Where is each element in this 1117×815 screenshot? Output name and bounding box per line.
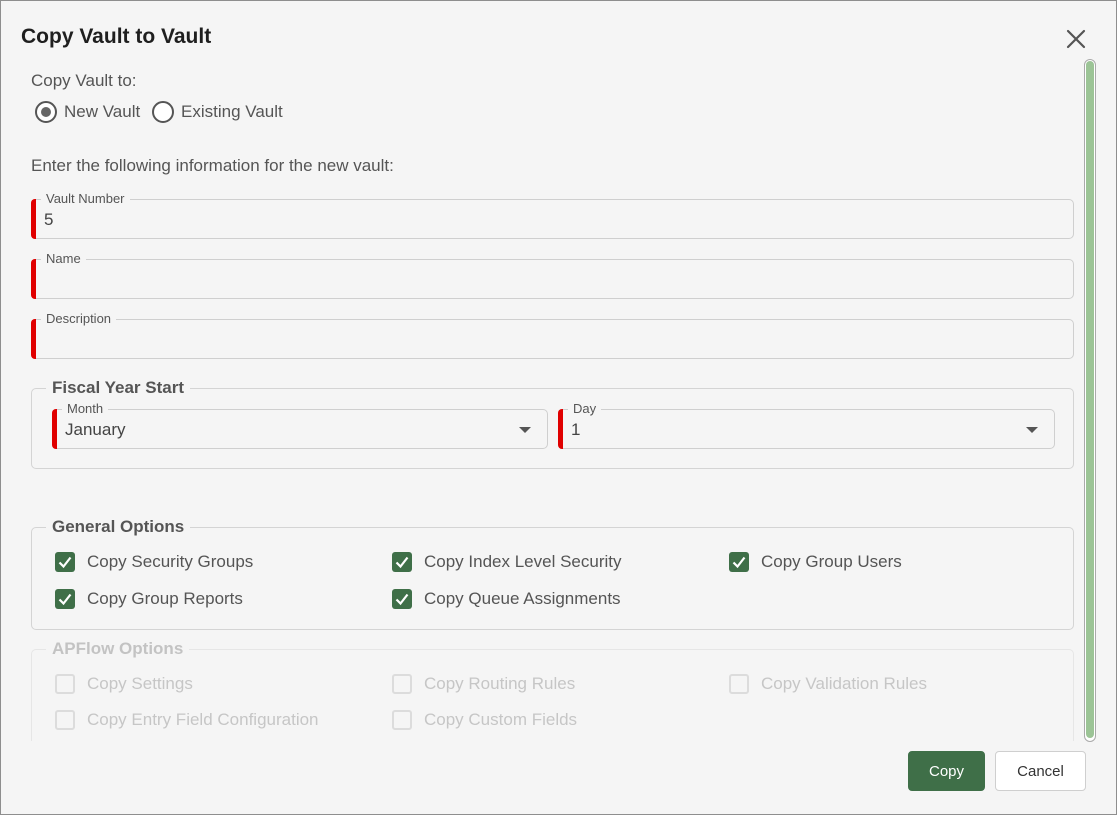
close-icon[interactable] <box>1063 26 1089 52</box>
chevron-down-icon[interactable] <box>1026 427 1038 433</box>
name-field[interactable]: Name <box>31 250 1074 299</box>
month-label: Month <box>62 400 109 418</box>
checkbox-checked-icon <box>55 552 75 572</box>
day-select[interactable]: Day 1 <box>558 400 1055 449</box>
month-value: January <box>65 420 126 439</box>
copy-index-level-security-checkbox[interactable]: Copy Index Level Security <box>392 552 672 572</box>
dialog-title: Copy Vault to Vault <box>21 25 212 48</box>
month-select[interactable]: Month January <box>52 400 548 449</box>
required-indicator <box>558 409 563 449</box>
scrollbar-thumb[interactable] <box>1086 61 1094 738</box>
checkbox-unchecked-icon <box>55 710 75 730</box>
copy-settings-checkbox: Copy Settings <box>55 674 255 694</box>
fiscal-year-legend: Fiscal Year Start <box>46 378 190 398</box>
radio-new-vault[interactable]: New Vault <box>35 101 147 123</box>
copy-queue-assignments-checkbox[interactable]: Copy Queue Assignments <box>392 589 662 609</box>
checkbox-label: Copy Group Users <box>761 552 902 571</box>
checkbox-unchecked-icon <box>55 674 75 694</box>
checkbox-label: Copy Routing Rules <box>424 674 576 693</box>
apflow-options-fieldset: APFlow Options Copy Settings Copy Routin… <box>31 639 1074 741</box>
checkbox-label: Copy Validation Rules <box>761 674 927 693</box>
fiscal-year-fieldset: Fiscal Year Start Month January Day 1 <box>31 378 1074 469</box>
required-indicator <box>31 199 36 239</box>
copy-group-users-checkbox[interactable]: Copy Group Users <box>729 552 949 572</box>
copy-vault-dialog: Copy Vault to Vault Copy Vault to: New V… <box>0 0 1117 815</box>
radio-new-vault-label: New Vault <box>64 102 141 121</box>
checkbox-label: Copy Settings <box>87 674 193 693</box>
required-indicator <box>31 259 36 299</box>
dialog-content: Copy Vault to: New Vault Existing Vault … <box>1 61 1086 741</box>
vault-number-value[interactable]: 5 <box>44 210 981 230</box>
chevron-down-icon[interactable] <box>519 427 531 433</box>
checkbox-label: Copy Entry Field Configuration <box>87 710 319 729</box>
radio-unchecked-icon <box>152 101 174 123</box>
checkbox-checked-icon <box>55 589 75 609</box>
vertical-scrollbar[interactable] <box>1084 59 1096 742</box>
day-value: 1 <box>571 420 581 439</box>
vault-number-field[interactable]: Vault Number 5 <box>31 190 1074 239</box>
copy-entry-field-configuration-checkbox: Copy Entry Field Configuration <box>55 710 355 730</box>
required-indicator <box>52 409 57 449</box>
general-options-legend: General Options <box>46 517 191 537</box>
copy-to-label: Copy Vault to: <box>31 71 137 90</box>
checkbox-checked-icon <box>392 552 412 572</box>
description-label: Description <box>41 310 117 328</box>
copy-validation-rules-checkbox: Copy Validation Rules <box>729 674 979 694</box>
vault-number-label: Vault Number <box>41 190 130 208</box>
copy-custom-fields-checkbox: Copy Custom Fields <box>392 710 622 730</box>
instructions-text: Enter the following information for the … <box>31 156 394 175</box>
radio-existing-vault[interactable]: Existing Vault <box>152 101 292 123</box>
checkbox-checked-icon <box>729 552 749 572</box>
copy-button[interactable]: Copy <box>908 751 985 791</box>
checkbox-label: Copy Custom Fields <box>424 710 578 729</box>
description-field[interactable]: Description <box>31 310 1074 359</box>
radio-checked-icon <box>35 101 57 123</box>
checkbox-unchecked-icon <box>392 710 412 730</box>
checkbox-label: Copy Security Groups <box>87 552 254 571</box>
general-options-fieldset: General Options Copy Security Groups Cop… <box>31 517 1074 630</box>
copy-group-reports-checkbox[interactable]: Copy Group Reports <box>55 589 295 609</box>
day-label: Day <box>568 400 602 418</box>
checkbox-label: Copy Queue Assignments <box>424 589 621 608</box>
cancel-button[interactable]: Cancel <box>995 751 1086 791</box>
checkbox-unchecked-icon <box>729 674 749 694</box>
required-indicator <box>31 319 36 359</box>
checkbox-checked-icon <box>392 589 412 609</box>
apflow-options-legend: APFlow Options <box>46 639 190 659</box>
checkbox-label: Copy Group Reports <box>87 589 243 608</box>
copy-routing-rules-checkbox: Copy Routing Rules <box>392 674 622 694</box>
radio-existing-vault-label: Existing Vault <box>181 102 283 121</box>
copy-security-groups-checkbox[interactable]: Copy Security Groups <box>55 552 315 572</box>
checkbox-label: Copy Index Level Security <box>424 552 622 571</box>
name-label: Name <box>41 250 86 268</box>
checkbox-unchecked-icon <box>392 674 412 694</box>
